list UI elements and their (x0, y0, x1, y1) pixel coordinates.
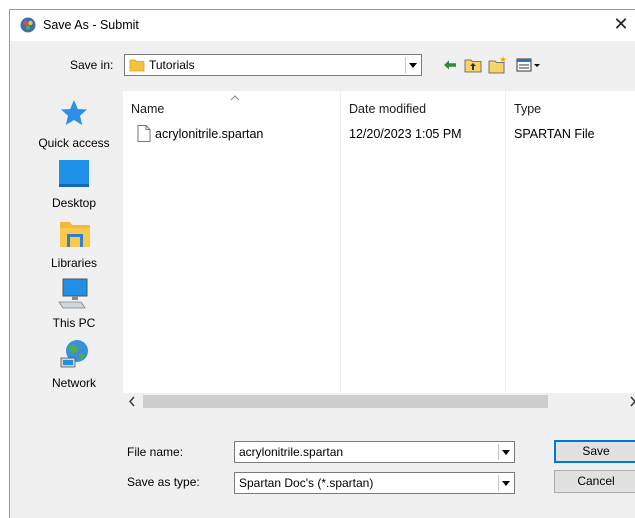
file-date: 12/20/2023 1:05 PM (349, 127, 462, 141)
chevron-down-icon[interactable] (498, 444, 512, 460)
save-as-type-value: Spartan Doc's (*.spartan) (239, 476, 374, 490)
libraries-icon (59, 218, 91, 248)
file-name-input[interactable]: acrylonitrile.spartan (234, 441, 515, 463)
column-header-name[interactable]: Name (131, 102, 164, 116)
up-folder-icon[interactable] (464, 56, 482, 74)
place-libraries[interactable]: Libraries (24, 218, 124, 270)
column-header-date[interactable]: Date modified (349, 102, 426, 116)
title-bar: Save As - Submit ✕ (10, 10, 635, 41)
horizontal-scrollbar[interactable] (123, 393, 635, 410)
window-title: Save As - Submit (43, 18, 139, 32)
back-icon[interactable] (442, 57, 458, 73)
scroll-thumb[interactable] (143, 395, 548, 408)
save-button[interactable]: Save (554, 440, 635, 463)
file-name: acrylonitrile.spartan (155, 127, 264, 141)
sort-indicator-icon (230, 91, 240, 101)
place-label: Libraries (50, 256, 98, 270)
place-label: This PC (52, 316, 96, 330)
this-pc-icon (57, 278, 91, 310)
save-in-label: Save in: (70, 58, 114, 72)
place-label: Desktop (51, 196, 97, 210)
column-header-type[interactable]: Type (514, 102, 541, 116)
place-this-pc[interactable]: This PC (24, 278, 124, 330)
close-button[interactable]: ✕ (610, 13, 632, 35)
save-as-type-dropdown[interactable]: Spartan Doc's (*.spartan) (234, 472, 515, 494)
place-network[interactable]: Network (24, 338, 124, 390)
new-folder-icon[interactable] (488, 55, 508, 74)
save-as-dialog: Save As - Submit ✕ Save in: Tutorials Qu… (9, 9, 635, 518)
place-quick-access[interactable]: Quick access (24, 98, 124, 150)
folder-icon (129, 58, 145, 72)
file-type: SPARTAN File (514, 127, 595, 141)
file-icon (137, 125, 151, 142)
scroll-left-icon[interactable] (128, 396, 136, 407)
file-list[interactable]: Name Date modified Type acrylonitrile.sp… (123, 91, 635, 393)
scroll-right-icon[interactable] (629, 396, 635, 407)
file-name-value: acrylonitrile.spartan (239, 445, 344, 459)
file-name-label: File name: (127, 445, 184, 459)
quick-access-icon (59, 98, 89, 128)
view-menu-icon[interactable] (516, 57, 542, 73)
save-as-type-label: Save as type: (127, 475, 200, 489)
save-in-dropdown[interactable]: Tutorials (124, 54, 422, 76)
file-row[interactable]: acrylonitrile.spartan 12/20/2023 1:05 PM… (123, 123, 635, 145)
desktop-icon (59, 160, 89, 188)
chevron-down-icon[interactable] (405, 57, 419, 73)
save-in-value: Tutorials (149, 58, 195, 72)
place-label: Network (51, 376, 96, 390)
cancel-button[interactable]: Cancel (554, 470, 635, 493)
place-desktop[interactable]: Desktop (24, 158, 124, 210)
place-label: Quick access (38, 136, 110, 150)
chevron-down-icon[interactable] (498, 475, 512, 491)
network-icon (59, 338, 91, 370)
app-icon (20, 17, 36, 33)
